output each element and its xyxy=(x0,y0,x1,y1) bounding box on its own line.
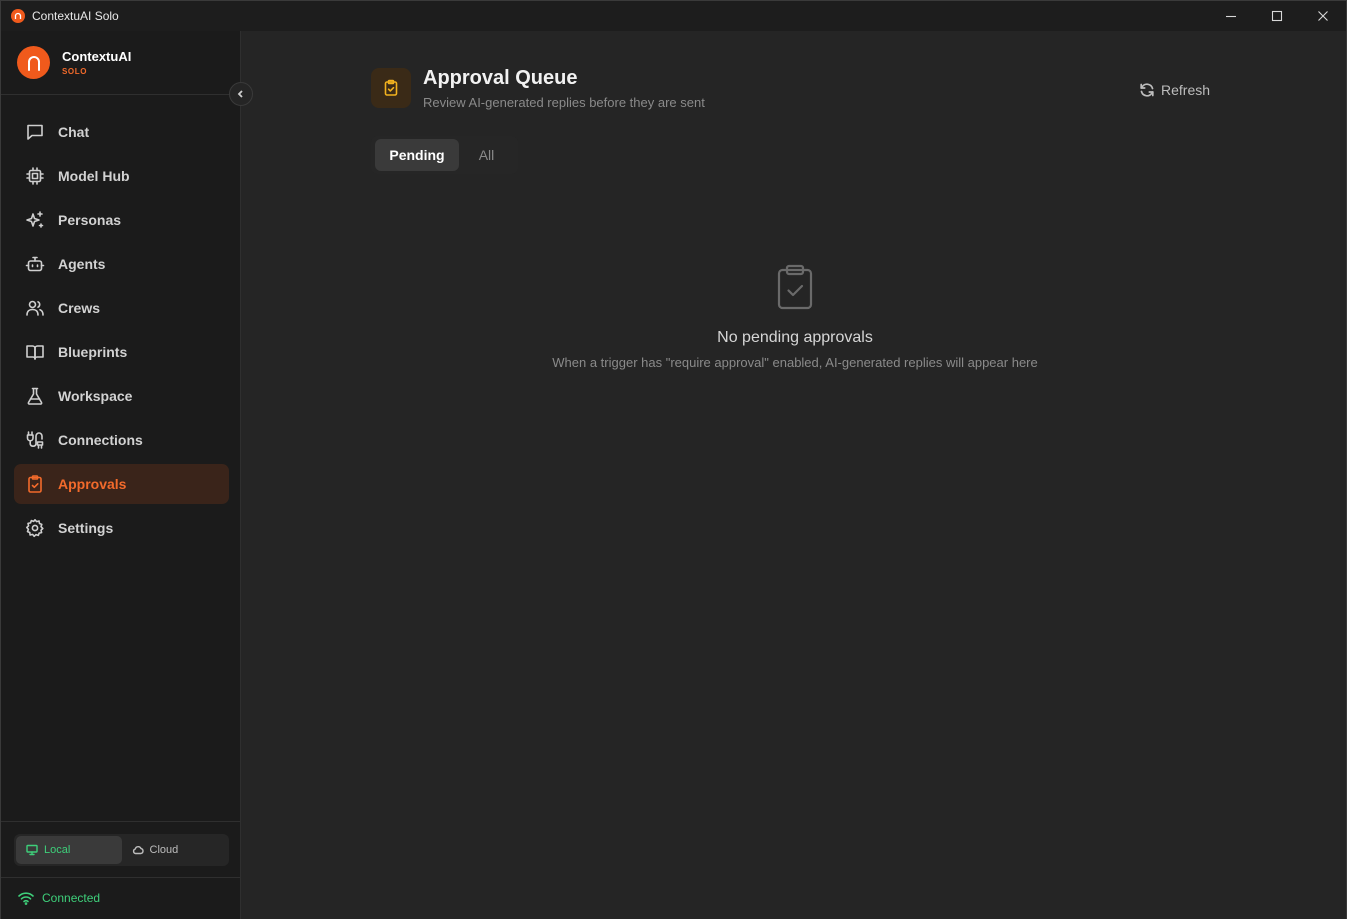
approval-tabs: Pending All xyxy=(371,136,518,174)
mode-cloud-button[interactable]: Cloud xyxy=(122,836,228,864)
sidebar-item-label: Blueprints xyxy=(58,344,128,360)
refresh-button[interactable]: Refresh xyxy=(1139,79,1210,101)
users-icon xyxy=(25,298,45,318)
chip-icon xyxy=(25,166,45,186)
sidebar: ContextuAI SOLO Chat Model Hub Personas … xyxy=(1,31,241,919)
sidebar-item-label: Crews xyxy=(58,300,101,316)
sidebar-item-label: Agents xyxy=(58,256,106,272)
empty-state: No pending approvals When a trigger has … xyxy=(241,263,1347,370)
app-window: ContextuAI Solo ContextuAI SOLO Chat Mod… xyxy=(0,0,1347,919)
monitor-icon xyxy=(26,844,38,856)
divider xyxy=(1,821,240,822)
brand-header: ContextuAI SOLO xyxy=(1,31,240,95)
cloud-icon xyxy=(132,846,144,855)
title-bar: ContextuAI Solo xyxy=(1,1,1346,31)
sidebar-item-connections[interactable]: Connections xyxy=(14,420,229,460)
tab-all[interactable]: All xyxy=(459,139,514,171)
clipboard-check-icon xyxy=(241,263,1347,311)
gear-icon xyxy=(25,518,45,538)
sidebar-item-agents[interactable]: Agents xyxy=(14,244,229,284)
plug-icon xyxy=(25,430,45,450)
window-controls xyxy=(1208,1,1346,31)
sidebar-item-crews[interactable]: Crews xyxy=(14,288,229,328)
close-button[interactable] xyxy=(1300,1,1346,31)
flask-icon xyxy=(25,386,45,406)
sidebar-item-approvals[interactable]: Approvals xyxy=(14,464,229,504)
maximize-button[interactable] xyxy=(1254,1,1300,31)
page-header-icon xyxy=(371,68,411,108)
sidebar-nav: Chat Model Hub Personas Agents Crews Blu… xyxy=(14,112,229,552)
mode-local-label: Local xyxy=(44,844,71,856)
empty-state-description: When a trigger has "require approval" en… xyxy=(552,355,1038,370)
book-icon xyxy=(25,342,45,362)
sidebar-item-label: Settings xyxy=(58,520,114,536)
minimize-icon xyxy=(1226,15,1236,18)
connection-status-label: Connected xyxy=(42,891,101,905)
bot-icon xyxy=(25,254,45,274)
wifi-icon xyxy=(18,892,34,905)
main-content: Approval Queue Review AI-generated repli… xyxy=(241,31,1346,919)
minimize-button[interactable] xyxy=(1208,1,1254,31)
refresh-icon xyxy=(1140,83,1154,97)
mode-cloud-label: Cloud xyxy=(149,844,179,856)
sidebar-item-chat[interactable]: Chat xyxy=(14,112,229,152)
mode-toggle: Local Cloud xyxy=(14,834,229,866)
app-logo-icon xyxy=(11,9,25,23)
sidebar-item-label: Chat xyxy=(58,124,90,140)
brand-edition: SOLO xyxy=(62,67,88,76)
page-subtitle: Review AI-generated replies before they … xyxy=(423,95,705,110)
refresh-label: Refresh xyxy=(1161,82,1211,98)
page-title: Approval Queue xyxy=(423,67,578,89)
sidebar-item-label: Approvals xyxy=(58,476,127,492)
chevron-left-icon xyxy=(237,90,243,98)
clipboard-check-icon xyxy=(25,474,45,494)
collapse-sidebar-button[interactable] xyxy=(229,82,253,106)
clipboard-check-icon xyxy=(384,79,398,96)
brand-name: ContextuAI xyxy=(62,49,132,64)
sidebar-item-blueprints[interactable]: Blueprints xyxy=(14,332,229,372)
sidebar-item-workspace[interactable]: Workspace xyxy=(14,376,229,416)
sidebar-item-settings[interactable]: Settings xyxy=(14,508,229,548)
sidebar-item-label: Model Hub xyxy=(58,168,130,184)
sidebar-item-label: Personas xyxy=(58,212,122,228)
divider xyxy=(1,877,240,878)
window-title: ContextuAI Solo xyxy=(32,9,119,23)
connection-status: Connected xyxy=(18,891,100,905)
brand-logo-icon xyxy=(17,46,50,79)
sidebar-item-personas[interactable]: Personas xyxy=(14,200,229,240)
mode-local-button[interactable]: Local xyxy=(16,836,122,864)
sparkles-icon xyxy=(25,210,45,230)
tab-pending[interactable]: Pending xyxy=(375,139,459,171)
maximize-icon xyxy=(1271,10,1283,22)
empty-state-title: No pending approvals xyxy=(717,329,873,346)
close-icon xyxy=(1318,11,1328,21)
sidebar-item-label: Connections xyxy=(58,432,143,448)
sidebar-item-label: Workspace xyxy=(58,388,133,404)
sidebar-item-model-hub[interactable]: Model Hub xyxy=(14,156,229,196)
chat-icon xyxy=(25,122,45,142)
